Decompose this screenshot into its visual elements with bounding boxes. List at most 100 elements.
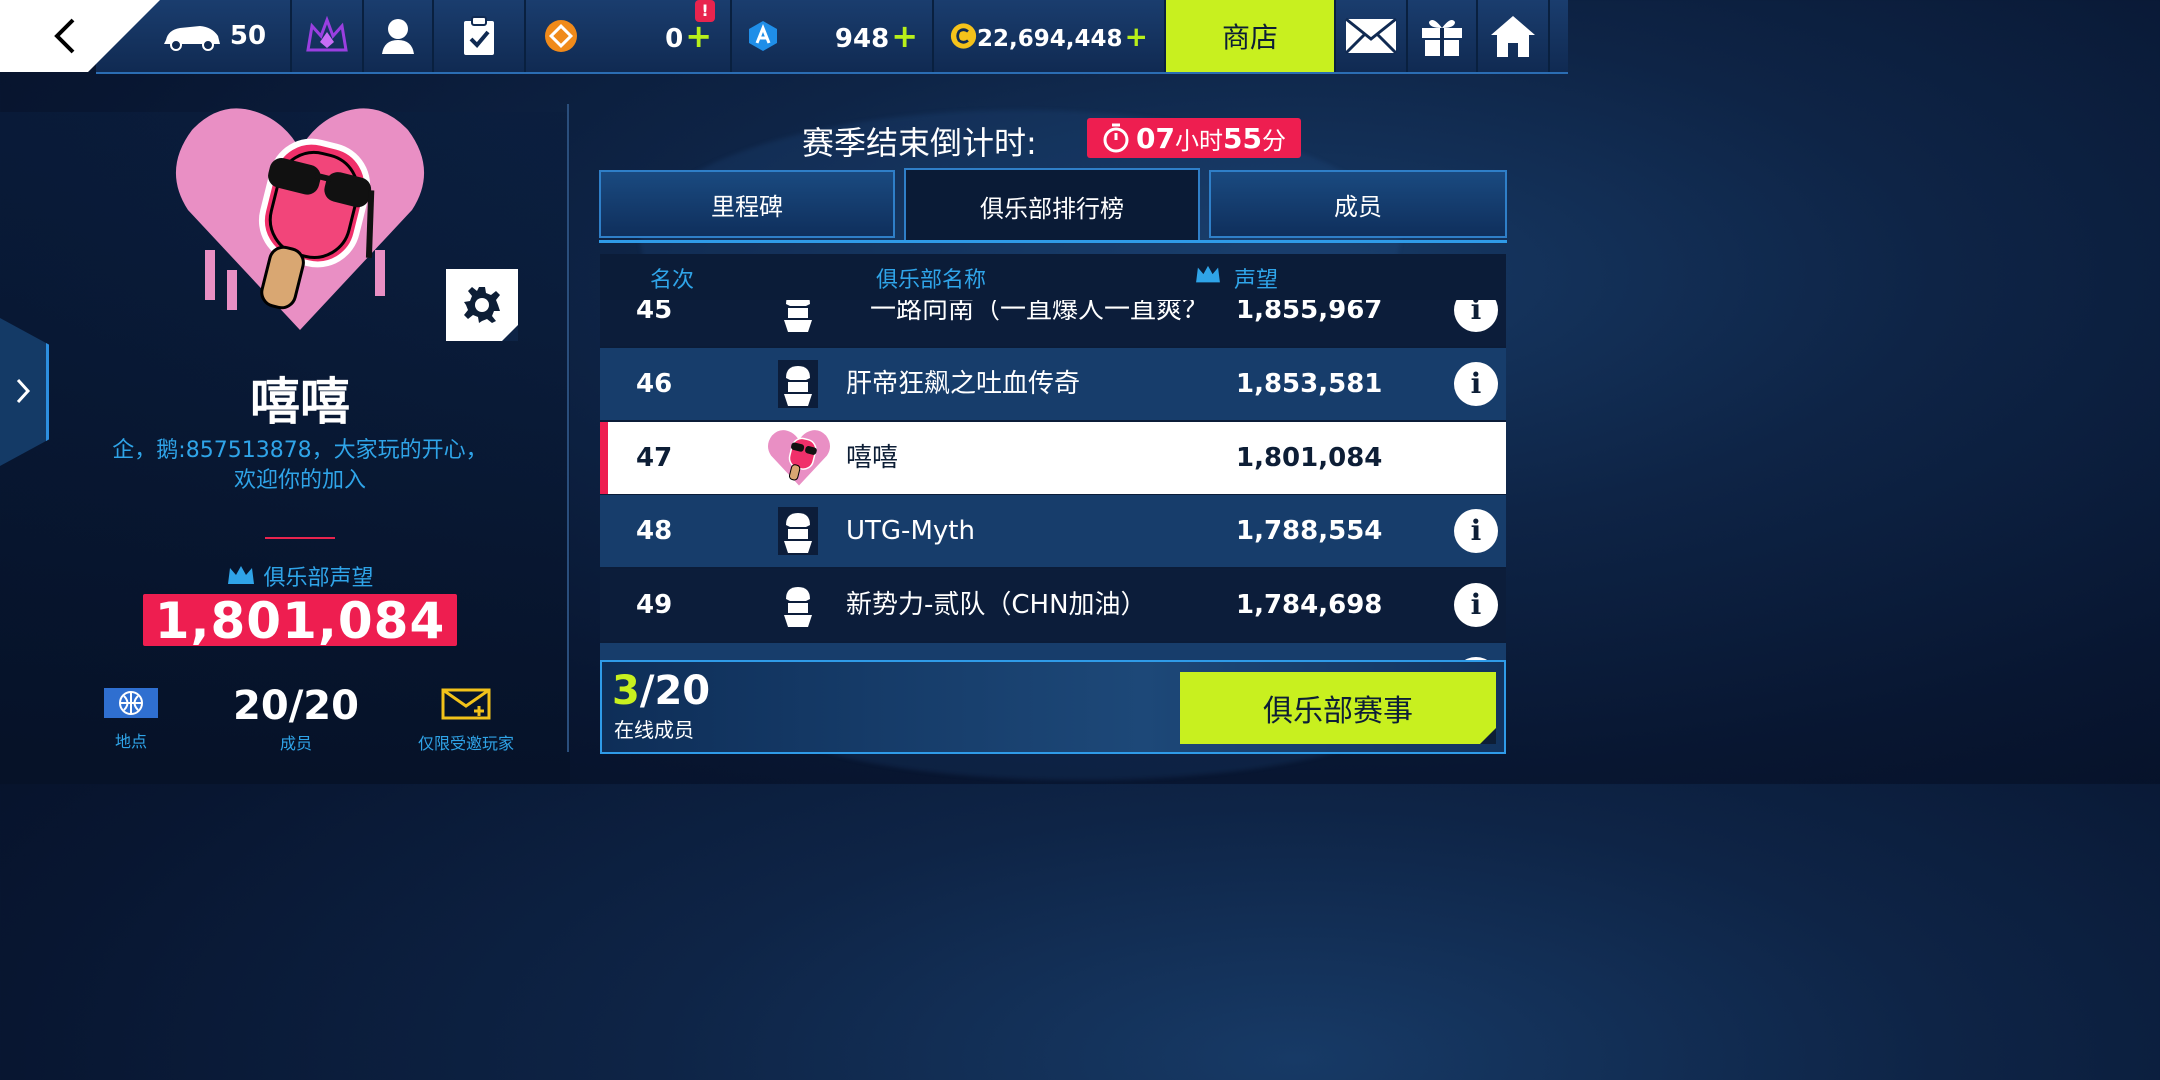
home-button[interactable] [1478,0,1550,72]
countdown-hours: 07 [1136,121,1175,155]
car-count: 50 [229,21,267,51]
club-description: 企，鹅:857513878，大家玩的开心， 欢迎你的加入 [60,436,540,496]
online-members-count: 3/20 [612,668,710,714]
club-description-line1: 企，鹅:857513878，大家玩的开心， [112,438,488,463]
table-row-partial[interactable] [600,643,1506,660]
back-arrow-icon [54,18,75,54]
members-label: 成员 [279,734,312,753]
missions-segment[interactable] [434,0,526,72]
invite-envelope-icon [441,688,491,720]
members-stat: 20/20 成员 [226,684,366,754]
club-name: 嘻嘻 [250,373,350,431]
row-reputation: 1,801,084 [1236,443,1383,473]
leaderboard-header: 名次 俱乐部名称 声望 [600,254,1506,300]
tab-members-label: 成员 [1334,192,1382,221]
row-rank: 49 [636,590,673,620]
club-event-label: 俱乐部赛事 [1263,694,1413,729]
league-crown-segment[interactable] [292,0,364,72]
blueprint-icon [749,21,777,51]
popsicle-heart-emblem-icon [175,108,425,331]
table-row-own-club[interactable]: 47 嘻嘻 1,801,084 [600,422,1506,494]
table-row[interactable]: 48 UTG-Myth 1,788,554 i [600,495,1506,567]
countdown-hours-unit: 小时 [1175,126,1223,155]
club-tabs: 里程碑 俱乐部排行榜 成员 [599,168,1507,242]
shop-button[interactable]: 商店 [1166,0,1336,72]
token-coin-icon [545,20,577,52]
add-blueprints-icon[interactable]: + [891,17,918,55]
table-row[interactable]: 49 新势力-贰队（CHN加油） 1,784,698 i [600,569,1506,641]
club-event-button[interactable]: 俱乐部赛事 [1180,672,1496,744]
club-emblem-icon [778,507,818,555]
club-avatar [170,100,430,340]
club-description-line2: 欢迎你的加入 [233,468,366,493]
table-row[interactable]: 46 肝帝狂飙之吐血传奇 1,853,581 i [600,348,1506,420]
tab-members[interactable]: 成员 [1209,170,1507,238]
row-reputation: 1,788,554 [1236,516,1383,546]
credit-coin-icon [950,23,977,49]
club-emblem-icon [778,360,818,408]
credits-segment[interactable]: 22,694,448+ [934,0,1166,72]
leaderboard-table[interactable]: 名次 俱乐部名称 声望 45 一路向南（一直爆人一直爽？ 1,855,967 i… [600,254,1506,660]
tabs-underline [599,240,1507,243]
popsicle-heart-emblem-icon [767,430,831,486]
gift-icon [1422,20,1462,56]
row-rank: 47 [636,443,673,473]
profile-segment[interactable] [364,0,434,72]
mail-button[interactable] [1336,0,1408,72]
countdown-minutes-unit: 分 [1261,126,1286,155]
invite-only-stat[interactable]: 仅限受邀玩家 [404,688,528,754]
online-total: /20 [639,668,711,714]
club-reputation-label: 俱乐部声望 [0,560,600,592]
club-emblem-icon [778,581,818,629]
countdown-minutes: 55 [1223,121,1262,155]
season-countdown-timer: 07 小时 55 分 [1087,118,1301,158]
add-tokens-icon[interactable]: + [685,17,712,55]
tab-club-leaderboard-label: 俱乐部排行榜 [980,194,1124,223]
members-count: 20/20 [233,683,359,729]
club-info-button[interactable]: i [1454,583,1498,627]
header-reputation: 声望 [1234,268,1279,293]
club-info-button[interactable]: i [1454,509,1498,553]
add-credits-icon[interactable]: + [1125,20,1148,53]
home-icon [1491,16,1535,57]
invite-only-label: 仅限受邀玩家 [417,734,514,753]
gear-icon [464,287,500,323]
row-rank: 48 [636,516,673,546]
token-amount: 0 [665,24,684,54]
row-club-name: 嘻嘻 [846,443,899,473]
club-settings-button[interactable] [446,269,518,341]
row-reputation: 1,853,581 [1236,369,1383,399]
location-label: 地点 [114,732,147,751]
stopwatch-icon [1103,123,1129,153]
club-info-button[interactable]: i [1454,362,1498,406]
gear-corner-notch [502,325,518,341]
header-rank: 名次 [650,268,695,293]
back-button[interactable] [40,12,90,60]
row-club-name: 新势力-贰队（CHN加油） [846,590,1147,620]
highlight-bar [600,422,608,494]
row-reputation: 1,784,698 [1236,590,1383,620]
clipboard-check-icon [464,16,494,55]
globe-flag-icon [104,688,158,718]
blueprint-amount: 948 [834,24,890,54]
tab-club-leaderboard[interactable]: 俱乐部排行榜 [904,168,1200,242]
season-countdown-label: 赛季结束倒计时: [802,124,1037,162]
crown-small-icon [228,566,255,584]
blueprints-segment[interactable]: 948+ [732,0,934,72]
button-corner-notch [1480,728,1496,744]
online-current: 3 [612,668,640,714]
accent-divider [265,537,335,539]
club-footer-bar: 3/20 在线成员 俱乐部赛事 [600,660,1506,754]
row-club-name: UTG-Myth [846,516,975,546]
car-count-segment[interactable]: 50 [136,0,292,72]
club-reputation-label-text: 俱乐部声望 [263,566,374,591]
location-stat[interactable]: 地点 [100,688,162,752]
tab-milestones[interactable]: 里程碑 [599,170,895,238]
top-bar: 50 0+ 948+ 22,694,448+ 商店 ! [0,0,1568,74]
row-rank: 46 [636,369,673,399]
profile-icon [382,19,414,54]
car-icon [163,26,220,51]
credit-amount: 22,694,448 [977,25,1123,52]
gift-button[interactable] [1408,0,1478,72]
currency-strip: 50 0+ 948+ 22,694,448+ 商店 [96,0,1568,74]
